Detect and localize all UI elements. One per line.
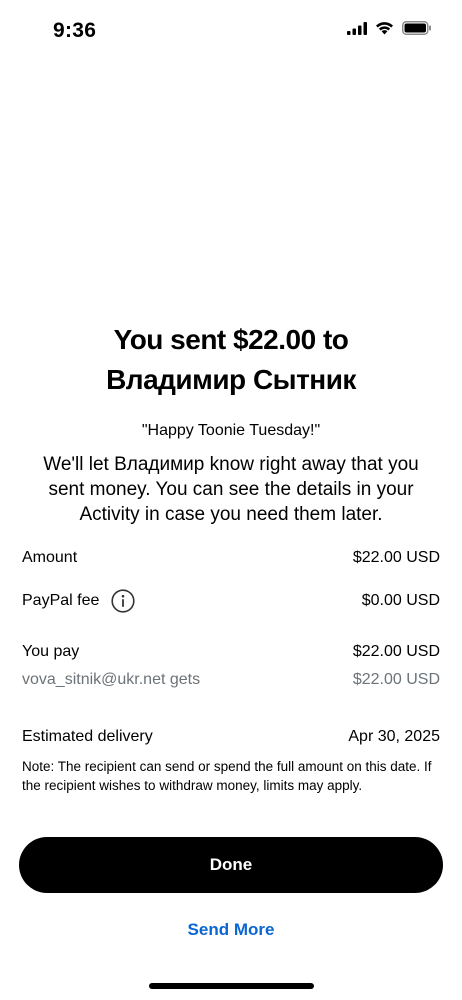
amount-label: Amount [22, 549, 78, 566]
confirmation-message: We'll let Владимир know right away that … [43, 454, 419, 525]
you-pay-row: You pay $22.00 USD [22, 643, 440, 661]
recipient-gets-label: vova_sitnik@ukr.net gets [22, 671, 201, 688]
recipient-gets-row: vova_sitnik@ukr.net gets $22.00 USD [22, 671, 440, 689]
status-time: 9:36 [53, 19, 97, 42]
delivery-note: Note: The recipient can send or spend th… [22, 759, 432, 793]
confirmation-title: You sent $22.00 to Владимир Сытник [0, 320, 462, 400]
delivery-value: Apr 30, 2025 [348, 728, 440, 745]
fee-value: $0.00 USD [361, 592, 440, 609]
fee-row: PayPal fee $0.00 USD [22, 589, 440, 613]
you-pay-label: You pay [22, 643, 80, 660]
amount-row: Amount $22.00 USD [22, 549, 440, 567]
info-icon[interactable] [111, 589, 135, 613]
home-indicator[interactable] [149, 983, 314, 989]
you-pay-value: $22.00 USD [352, 643, 440, 660]
battery-icon [402, 21, 431, 35]
wifi-icon [376, 22, 393, 35]
delivery-row: Estimated delivery Apr 30, 2025 [22, 728, 440, 746]
payment-note: "Happy Toonie Tuesday!" [141, 422, 321, 439]
title-line-amount: You sent $22.00 to [113, 324, 349, 355]
send-more-link[interactable]: Send More [0, 920, 462, 940]
cellular-signal-icon [347, 21, 367, 35]
title-line-recipient: Владимир Сытник [106, 364, 356, 395]
status-bar: 9:36 [0, 0, 462, 60]
recipient-gets-value: $22.00 USD [352, 671, 440, 688]
done-button[interactable]: Done [19, 837, 443, 893]
delivery-label: Estimated delivery [22, 728, 153, 745]
status-icons [347, 21, 432, 35]
fee-label: PayPal fee [22, 592, 100, 609]
amount-value: $22.00 USD [352, 549, 440, 566]
